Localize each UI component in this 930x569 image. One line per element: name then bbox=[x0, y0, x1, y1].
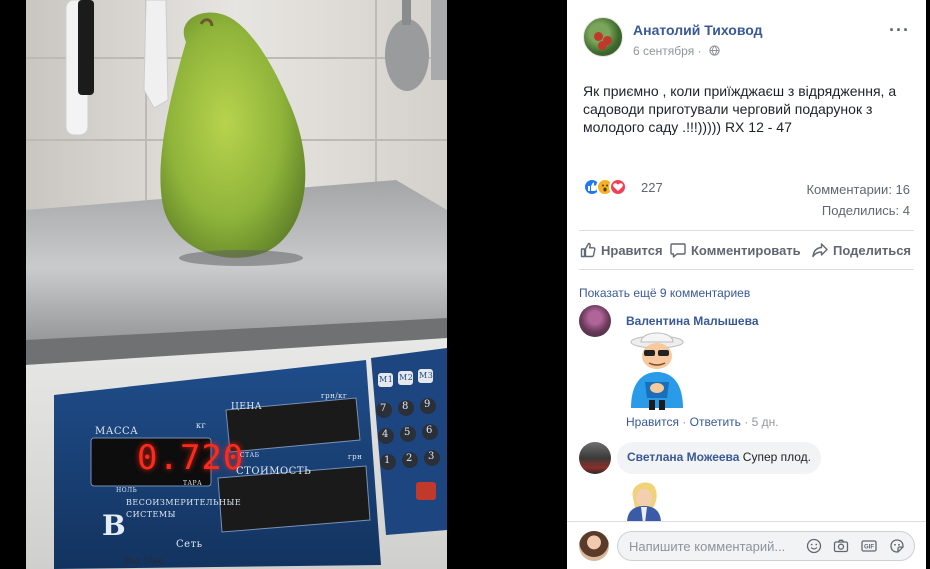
share-icon bbox=[812, 243, 828, 258]
key-8: 8 bbox=[402, 401, 409, 412]
stab-label: СТАБ bbox=[240, 452, 260, 459]
tare-label: ТАРА bbox=[183, 480, 203, 487]
reactions-count[interactable]: 227 bbox=[641, 180, 663, 195]
price-label: ЦЕНА bbox=[231, 402, 263, 412]
post-header: Анатолий Тиховод 6 сентября · ··· bbox=[567, 0, 926, 70]
key-3: 3 bbox=[428, 451, 435, 462]
cost-label: СТОИМОСТЬ bbox=[236, 466, 312, 477]
brand-line2: СИСТЕМЫ bbox=[126, 510, 176, 519]
camera-icon[interactable] bbox=[833, 538, 849, 554]
key-6: 6 bbox=[426, 425, 433, 436]
shares-count[interactable]: Поделились: 4 bbox=[822, 203, 910, 218]
post-photo[interactable]: B 0.720 МАССА кг ЦЕНА грн/кг СТОИМОСТЬ г… bbox=[26, 0, 447, 569]
key-7: 7 bbox=[380, 403, 387, 414]
sticker-image bbox=[630, 332, 684, 410]
gif-icon[interactable]: GIF bbox=[861, 538, 877, 554]
sticker-image bbox=[627, 482, 661, 523]
post-panel: Анатолий Тиховод 6 сентября · ··· Як при… bbox=[567, 0, 926, 569]
comment-button[interactable]: Комментировать bbox=[669, 241, 801, 259]
comments-count[interactable]: Комментарии: 16 bbox=[806, 182, 910, 197]
key-9: 9 bbox=[424, 399, 431, 410]
comment-avatar[interactable] bbox=[579, 442, 611, 474]
comment-icon bbox=[670, 243, 686, 258]
key-5: 5 bbox=[404, 427, 411, 438]
love-reaction-icon bbox=[609, 178, 627, 196]
weight-display: 0.720 bbox=[137, 438, 245, 478]
post-date-text[interactable]: 6 сентября · bbox=[633, 44, 702, 58]
key-1: 1 bbox=[384, 455, 391, 466]
key-4: 4 bbox=[382, 429, 389, 440]
key-m1: M1 bbox=[379, 375, 394, 384]
comment-bubble: Светлана Можеева Супер плод. bbox=[617, 442, 822, 474]
comment-text: Супер плод. bbox=[742, 450, 812, 464]
more-icon[interactable]: ··· bbox=[889, 20, 910, 41]
comment-like-link[interactable]: Нравится bbox=[626, 415, 679, 429]
like-icon bbox=[580, 242, 596, 258]
key-m3: M3 bbox=[419, 371, 434, 380]
key-m2: M2 bbox=[399, 373, 414, 382]
max-label: Max 15kg bbox=[124, 557, 164, 565]
price-unit-label: грн/кг bbox=[321, 392, 348, 400]
comment-time[interactable]: 5 дн. bbox=[752, 415, 779, 429]
mass-unit-label: кг bbox=[196, 421, 207, 430]
sticker-icon[interactable] bbox=[889, 538, 905, 554]
comment-actions: Нравится · Ответить · 5 дн. bbox=[626, 415, 779, 429]
comment-reply-link[interactable]: Ответить bbox=[690, 415, 741, 429]
post-action-bar: Нравится Комментировать Поделиться bbox=[579, 230, 914, 270]
mass-label: МАССА bbox=[95, 426, 139, 437]
comment-avatar[interactable] bbox=[579, 305, 611, 337]
svg-text:GIF: GIF bbox=[864, 545, 874, 551]
show-more-comments-label[interactable]: Показать ещё 9 комментариев bbox=[579, 286, 750, 300]
zero-label: НОЛЬ bbox=[116, 487, 138, 494]
comment-author-name[interactable]: Валентина Малышева bbox=[626, 314, 759, 328]
share-button-label[interactable]: Поделиться bbox=[833, 243, 911, 258]
share-button[interactable]: Поделиться bbox=[811, 241, 911, 259]
author-name[interactable]: Анатолий Тиховод bbox=[633, 22, 763, 38]
network-label: Сеть bbox=[176, 539, 203, 550]
show-more-comments-link[interactable]: Показать ещё 9 комментариев bbox=[579, 286, 750, 300]
comment-button-label[interactable]: Комментировать bbox=[691, 243, 801, 258]
author-avatar[interactable] bbox=[583, 17, 623, 57]
brand-line1: ВЕСОИЗМЕРИТЕЛЬНЫЕ bbox=[126, 498, 242, 507]
comment-composer: GIF bbox=[567, 521, 926, 569]
post-text: Як приємно , коли приїжджаєш з відряджен… bbox=[583, 83, 897, 135]
photo-scene: B bbox=[26, 0, 447, 569]
comment-author-name[interactable]: Светлана Можеева bbox=[627, 450, 739, 464]
like-button-label[interactable]: Нравится bbox=[601, 243, 663, 258]
emoji-icon[interactable] bbox=[806, 538, 822, 554]
globe-icon bbox=[709, 45, 720, 56]
current-user-avatar[interactable] bbox=[579, 531, 609, 561]
cost-unit-label: грн bbox=[348, 453, 363, 461]
post-date[interactable]: 6 сентября · bbox=[633, 44, 720, 58]
svg-text:B: B bbox=[102, 509, 126, 542]
key-2: 2 bbox=[406, 453, 413, 464]
like-button[interactable]: Нравится bbox=[579, 241, 663, 259]
